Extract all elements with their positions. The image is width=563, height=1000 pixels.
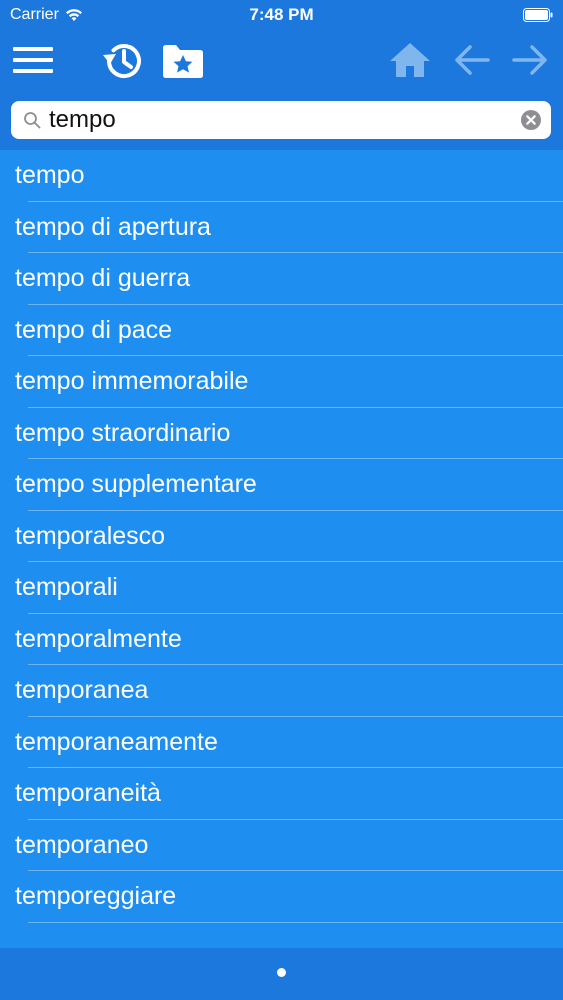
- list-item-label: tempo: [15, 161, 85, 190]
- search-icon: [24, 112, 41, 129]
- list-item-label: temporaneamente: [15, 727, 218, 756]
- history-icon[interactable]: [100, 38, 146, 84]
- list-item-label: temporeggiare: [15, 882, 177, 911]
- list-item[interactable]: temporalesco: [0, 511, 563, 563]
- page-indicator-dot[interactable]: [277, 968, 286, 977]
- search-input[interactable]: [49, 105, 519, 135]
- home-icon[interactable]: [388, 38, 432, 82]
- list-item[interactable]: temporali: [0, 562, 563, 614]
- list-item[interactable]: temporaneità: [0, 768, 563, 820]
- clear-search-icon[interactable]: [521, 110, 541, 130]
- back-arrow-icon[interactable]: [450, 38, 494, 82]
- list-item[interactable]: temporaneamente: [0, 717, 563, 769]
- list-item[interactable]: tempo: [0, 150, 563, 202]
- header: Carrier 7:48 PM: [0, 0, 563, 150]
- toolbar: [0, 34, 563, 86]
- list-item[interactable]: temporeggiare: [0, 871, 563, 923]
- list-item[interactable]: tempo di apertura: [0, 202, 563, 254]
- list-item-label: tempo di pace: [15, 315, 173, 344]
- menu-icon[interactable]: [12, 42, 54, 78]
- bottom-bar: [0, 948, 563, 1000]
- search-bar: [11, 101, 551, 139]
- list-item-label: tempo di apertura: [15, 212, 211, 241]
- results-list: tempo tempo di apertura tempo di guerra …: [0, 150, 563, 946]
- clock: 7:48 PM: [249, 5, 314, 24]
- list-item[interactable]: tempo di pace: [0, 305, 563, 357]
- list-item-label: temporalmente: [15, 624, 182, 653]
- list-item[interactable]: temporalmente: [0, 614, 563, 666]
- list-item-label: temporanea: [15, 676, 149, 705]
- forward-arrow-icon[interactable]: [508, 38, 552, 82]
- list-item-label: temporaneità: [15, 779, 161, 808]
- list-item-label: temporali: [15, 573, 118, 602]
- list-item[interactable]: tempo straordinario: [0, 408, 563, 460]
- list-item-label: tempo supplementare: [15, 470, 257, 499]
- list-item[interactable]: tempo supplementare: [0, 459, 563, 511]
- list-item[interactable]: temporaneo: [0, 820, 563, 872]
- favorites-folder-icon[interactable]: [160, 38, 206, 84]
- list-item-label: tempo di guerra: [15, 264, 191, 293]
- list-item[interactable]: tempo immemorabile: [0, 356, 563, 408]
- list-item-label: tempo immemorabile: [15, 367, 249, 396]
- list-item[interactable]: tempo di guerra: [0, 253, 563, 305]
- battery-icon: [523, 8, 553, 22]
- list-item-label: temporalesco: [15, 521, 166, 550]
- list-item-label: tempo straordinario: [15, 418, 231, 447]
- list-item[interactable]: temporanea: [0, 665, 563, 717]
- status-bar: Carrier 7:48 PM: [0, 0, 563, 32]
- dictionary-app: Carrier 7:48 PM tempo tempo tempo di ape…: [0, 0, 563, 1000]
- list-item-label: temporaneo: [15, 830, 149, 859]
